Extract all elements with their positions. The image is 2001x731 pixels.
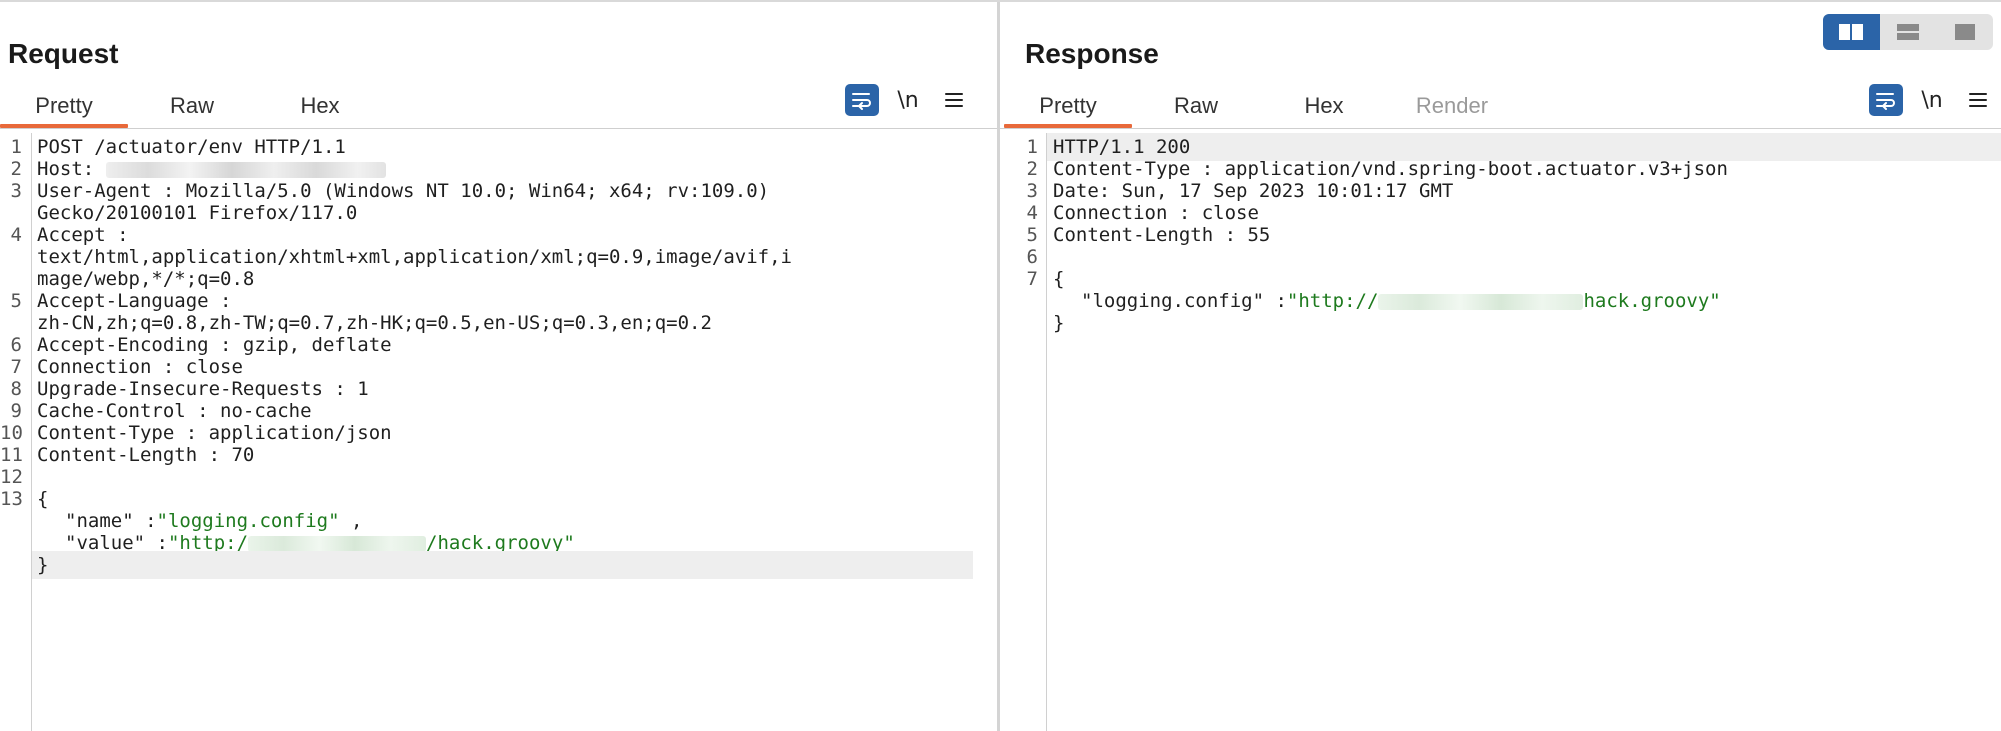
wrap-lines-icon <box>852 93 871 110</box>
request-newline-button[interactable]: \n <box>891 84 925 116</box>
response-title: Response <box>1025 38 1159 69</box>
request-tabs: Pretty Raw Hex <box>0 86 384 128</box>
hamburger-menu-icon <box>1969 93 1987 107</box>
request-toolbar: \n <box>845 84 971 116</box>
layout-stacked-icon <box>1897 24 1919 40</box>
request-tabs-divider <box>0 128 997 129</box>
redacted-url <box>1378 293 1584 310</box>
response-pane: Response Pretty Raw Hex Render \n 1 HTTP… <box>1000 2 2001 731</box>
response-tab-render[interactable]: Render <box>1388 86 1516 126</box>
request-title: Request <box>8 38 119 69</box>
layout-side-by-side-button[interactable] <box>1823 14 1880 50</box>
layout-toggle <box>1823 14 1993 50</box>
layout-stacked-button[interactable] <box>1880 14 1937 50</box>
current-line-highlight <box>32 551 973 579</box>
code-line-highlighted: } <box>0 551 997 579</box>
response-tab-hex[interactable]: Hex <box>1260 86 1388 126</box>
response-editor[interactable]: 1 HTTP/1.1 200 2 Content-Type : applicat… <box>1000 133 2001 731</box>
layout-single-button[interactable] <box>1936 14 1993 50</box>
request-wrap-lines-button[interactable] <box>845 84 879 116</box>
layout-side-by-side-icon <box>1839 24 1864 40</box>
request-tab-pretty[interactable]: Pretty <box>0 86 128 128</box>
response-menu-button[interactable] <box>1961 84 1995 116</box>
response-tab-raw[interactable]: Raw <box>1132 86 1260 126</box>
hamburger-menu-icon <box>945 93 963 107</box>
request-editor[interactable]: 1 POST /actuator/env HTTP/1.1 2 Host: 3 … <box>0 133 997 731</box>
request-pane: Request Pretty Raw Hex \n 1 POST /actuat… <box>0 2 997 731</box>
redacted-url <box>248 535 427 552</box>
response-toolbar: \n <box>1869 84 1995 116</box>
request-tab-raw[interactable]: Raw <box>128 86 256 126</box>
layout-single-icon <box>1954 24 1975 40</box>
response-tabs-divider <box>1000 128 2001 129</box>
wrap-lines-icon <box>1876 93 1895 110</box>
request-menu-button[interactable] <box>937 84 971 116</box>
redacted-host <box>105 161 386 178</box>
response-wrap-lines-button[interactable] <box>1869 84 1903 116</box>
response-tabs: Pretty Raw Hex Render <box>1004 86 1516 128</box>
json-close-brace: } <box>1053 312 1065 334</box>
response-newline-button[interactable]: \n <box>1915 84 1949 116</box>
json-close-brace: } <box>37 554 49 576</box>
request-tab-hex[interactable]: Hex <box>256 86 384 126</box>
response-tab-pretty[interactable]: Pretty <box>1004 86 1132 128</box>
code-line-wrapped: } <box>1000 309 2001 337</box>
